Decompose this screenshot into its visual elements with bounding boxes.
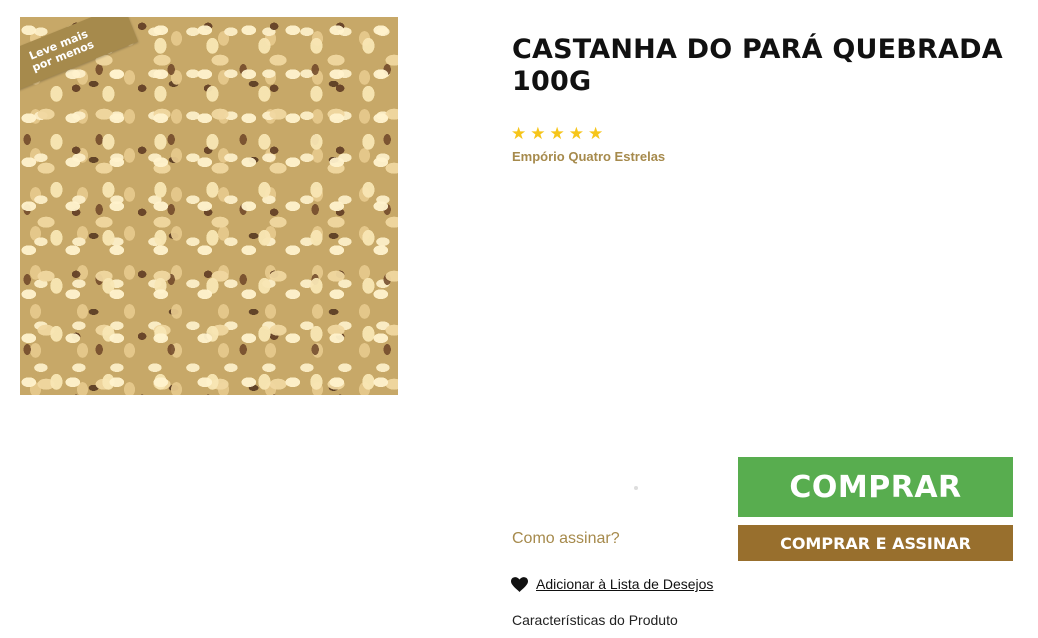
- product-title: CASTANHA DO PARÁ QUEBRADA 100G: [512, 34, 1003, 97]
- star-icon: ★: [530, 124, 546, 144]
- heart-icon: [511, 576, 528, 592]
- star-icon: ★: [568, 124, 584, 144]
- how-to-subscribe-link[interactable]: Como assinar?: [512, 530, 620, 548]
- star-icon: ★: [511, 124, 527, 144]
- brand-name: Empório Quatro Estrelas: [512, 149, 666, 164]
- star-icon: ★: [549, 124, 565, 144]
- star-icon: ★: [588, 124, 604, 144]
- divider-dot: [634, 486, 638, 490]
- wishlist-label: Adicionar à Lista de Desejos: [536, 576, 714, 592]
- promo-tag: Leve mais por menos: [20, 17, 139, 98]
- add-to-wishlist-link[interactable]: Adicionar à Lista de Desejos: [511, 576, 713, 592]
- buy-and-subscribe-button[interactable]: COMPRAR E ASSINAR: [738, 525, 1013, 561]
- buy-button[interactable]: COMPRAR: [738, 457, 1013, 517]
- rating-stars: ★ ★ ★ ★ ★: [511, 125, 603, 143]
- product-image[interactable]: Leve mais por menos: [20, 17, 398, 395]
- product-features-link[interactable]: Características do Produto: [512, 612, 678, 628]
